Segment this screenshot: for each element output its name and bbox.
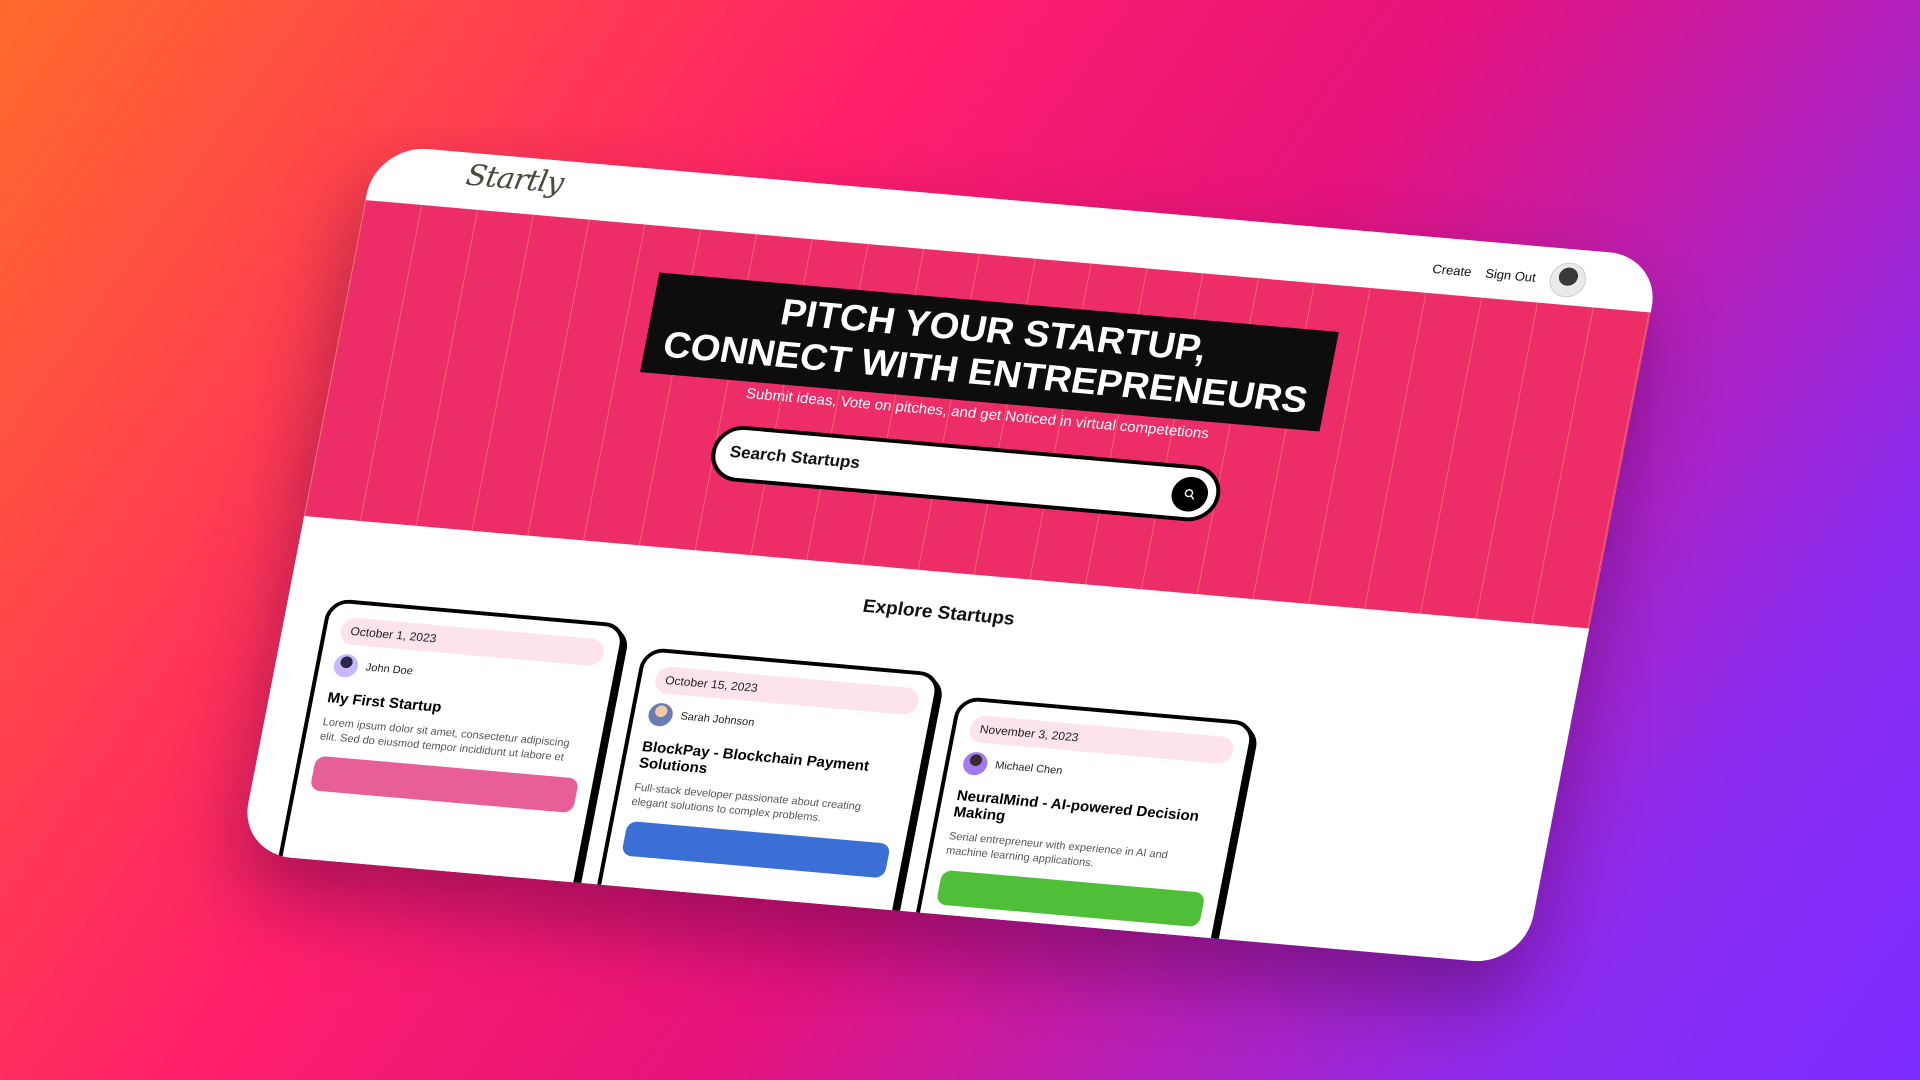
- create-link[interactable]: Create: [1431, 261, 1473, 279]
- browser-mockup: Startly Create Sign Out PITCH YOUR START…: [238, 144, 1662, 966]
- card-image[interactable]: [935, 869, 1206, 928]
- author-name[interactable]: Michael Chen: [994, 760, 1063, 777]
- search-button[interactable]: [1168, 475, 1212, 513]
- startup-card[interactable]: October 15, 2023 Sarah Johnson BlockPay …: [589, 646, 943, 951]
- nav-actions: Create Sign Out: [1429, 251, 1590, 299]
- card-image[interactable]: [309, 755, 580, 814]
- sign-out-link[interactable]: Sign Out: [1484, 266, 1537, 285]
- search-input[interactable]: Search Startups: [728, 442, 861, 473]
- user-avatar[interactable]: [1546, 261, 1590, 299]
- search-icon: [1184, 489, 1195, 500]
- search-bar[interactable]: Search Startups: [706, 423, 1226, 524]
- author-avatar: [961, 751, 990, 777]
- author-name[interactable]: Sarah Johnson: [679, 711, 755, 729]
- background-stage: Startly Create Sign Out PITCH YOUR START…: [0, 0, 1920, 1080]
- card-image[interactable]: [621, 820, 891, 879]
- author-avatar: [646, 702, 675, 728]
- author-avatar: [331, 653, 361, 679]
- startup-card[interactable]: November 3, 2023 Michael Chen NeuralMind…: [904, 695, 1257, 966]
- author-name[interactable]: John Doe: [365, 662, 414, 678]
- app-logo[interactable]: Startly: [463, 159, 566, 201]
- startup-card[interactable]: October 1, 2023 John Doe My First Startu…: [274, 598, 628, 902]
